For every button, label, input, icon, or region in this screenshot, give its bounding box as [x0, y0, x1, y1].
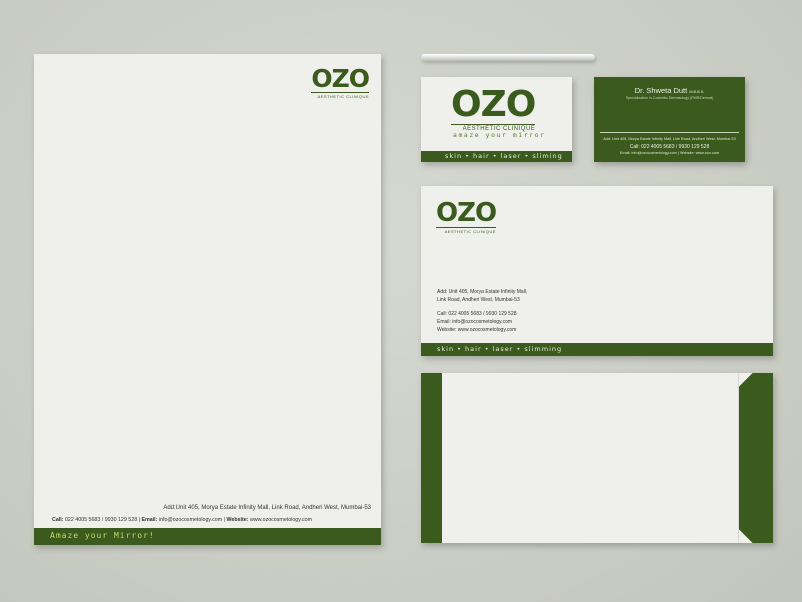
letterhead-address: Add:Unit 405, Morya Estate Infinity Mall… — [163, 505, 371, 511]
card-email-website: Email: info@ozocosmetology.com | Website… — [619, 151, 720, 155]
card-divider — [600, 132, 739, 133]
letterhead-logo: OZO AESTHETIC CLINIQUE — [311, 64, 370, 99]
card-logo: OZO AESTHETIC CLINIQUE — [451, 84, 536, 132]
envelope-logo: OZO AESTHETIC CLINIQUE — [436, 198, 497, 234]
card-tagline: amaze your mirror — [453, 131, 546, 139]
logo-wordmark: OZO — [311, 64, 370, 93]
letterhead-contact-line: Call: 022 4005 5683 / 9930 129 528 | Ema… — [52, 517, 312, 523]
logo-wordmark: OZO — [436, 198, 497, 228]
card-services-band: skin • hair • laser • sliming — [421, 151, 572, 162]
letterhead-footer-band: Amaze your Mirror! — [34, 528, 381, 545]
envelope-contact: Call: 022 4005 5683 / 9930 129 528 Email… — [437, 310, 517, 334]
letterhead-phone: 022 4005 5683 / 9930 129 528 — [64, 517, 138, 523]
envelope-fold-line — [738, 373, 739, 543]
stationery-mockup-scene: OZO AESTHETIC CLINIQUE Add:Unit 405, Mor… — [0, 0, 802, 602]
letterhead-website: www.ozocosmetology.com — [249, 517, 312, 523]
business-card-back: Dr. Shweta Dutt M.B.B.S. Specialization … — [594, 77, 745, 162]
doctor-name: Dr. Shweta Dutt M.B.B.S. — [634, 86, 705, 95]
envelope-services-text: skin • hair • laser • slimming — [437, 345, 563, 353]
logo-subtitle: AESTHETIC CLINIQUE — [436, 227, 497, 234]
envelope-back — [421, 373, 773, 543]
card-address: Add: Unit 405, Morya Estate Infinity Mal… — [603, 137, 736, 141]
letterhead-email: info@ozocosmetology.com — [158, 517, 223, 523]
card-phone: Call: 022 4005 5683 / 9930 129 528 — [629, 144, 710, 150]
business-card-front: OZO AESTHETIC CLINIQUE amaze your mirror… — [421, 77, 572, 162]
doctor-specialty: Specialization in Cosmetic Dermatology (… — [625, 96, 714, 100]
pen — [421, 54, 595, 61]
envelope-address: Add: Unit 405, Morya Estate Infinity Mal… — [437, 289, 528, 303]
envelope-website: Website: www.ozocosmetology.com — [437, 327, 517, 333]
logo-wordmark: OZO — [451, 84, 536, 125]
logo-subtitle: AESTHETIC CLINIQUE — [311, 92, 369, 99]
envelope-services-band: skin • hair • laser • slimming — [421, 343, 773, 356]
envelope-front: OZO AESTHETIC CLINIQUE Add: Unit 405, Mo… — [421, 186, 773, 356]
letterhead-sheet: OZO AESTHETIC CLINIQUE Add:Unit 405, Mor… — [34, 54, 381, 545]
envelope-phone: Call: 022 4005 5683 / 9930 129 528 — [437, 311, 517, 317]
card-services-text: skin • hair • laser • sliming — [445, 152, 563, 160]
letterhead-tagline: Amaze your Mirror! — [50, 531, 155, 540]
envelope-flap — [739, 373, 773, 543]
envelope-left-strip — [421, 373, 442, 543]
envelope-email: Email: info@ozocosmetology.com — [437, 319, 513, 325]
